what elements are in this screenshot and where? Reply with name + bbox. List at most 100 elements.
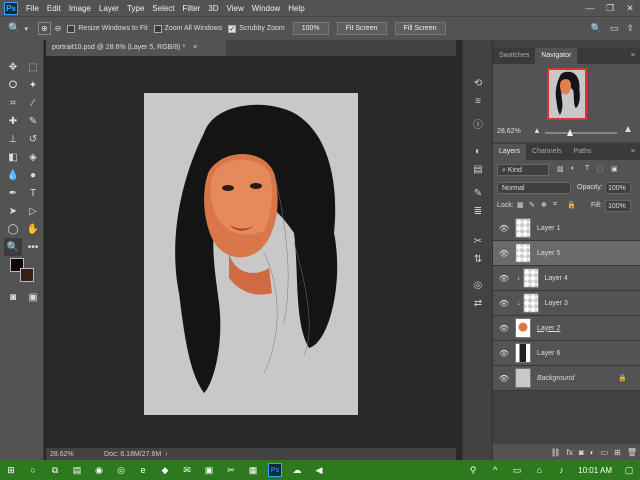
history-icon[interactable]: ⟲	[471, 78, 485, 92]
menu-window[interactable]: Window	[252, 4, 280, 13]
layer-name[interactable]: Layer 5	[537, 250, 560, 257]
lock-image-icon[interactable]: ✎	[529, 201, 535, 209]
trash-icon[interactable]: 🗑	[627, 448, 637, 457]
zoom-in-icon[interactable]: ⊕	[37, 22, 51, 35]
panel-menu-icon[interactable]: ≡	[625, 48, 640, 64]
chevron-up-icon[interactable]: ^	[488, 463, 502, 477]
zoom-out-icon[interactable]: ⊖	[55, 24, 62, 33]
search-icon[interactable]: ○	[26, 463, 40, 477]
file-explorer-icon[interactable]: ▤	[70, 463, 84, 477]
resize-windows-checkbox[interactable]	[67, 24, 76, 33]
hand-tool-icon[interactable]: ✋	[24, 220, 42, 238]
navigator-zoom-slider[interactable]	[545, 132, 617, 134]
blend-mode-select[interactable]: Normal	[497, 182, 571, 194]
fx-icon[interactable]: fx	[567, 448, 573, 457]
brush-settings-icon[interactable]: ✎	[471, 188, 485, 202]
filter-pixel-icon[interactable]: ▨	[557, 165, 564, 173]
layer-name[interactable]: Layer 1	[537, 225, 560, 232]
layer-row[interactable]: 👁 ↓ Layer 3	[493, 291, 640, 316]
brushes-icon[interactable]: ≣	[471, 206, 485, 220]
visibility-eye-icon[interactable]: 👁	[497, 349, 511, 358]
app-icon[interactable]: ▦	[246, 463, 260, 477]
maximize-icon[interactable]: ❐	[600, 3, 620, 14]
blur-tool-icon[interactable]: 💧	[4, 166, 22, 184]
tab-paths[interactable]: Paths	[568, 144, 598, 160]
filter-adjustment-icon[interactable]: ◐	[571, 165, 575, 172]
notifications-icon[interactable]: ▢	[622, 463, 636, 477]
lock-artboard-icon[interactable]: ⌗	[553, 201, 557, 209]
menu-file[interactable]: File	[26, 4, 39, 13]
zoom-100-button[interactable]: 100%	[292, 22, 329, 35]
chrome-icon[interactable]: ◎	[114, 463, 128, 477]
battery-icon[interactable]: ▭	[510, 463, 524, 477]
document-tab[interactable]: portrait10.psd @ 28.6% (Layer 5, RGB/8) …	[46, 40, 226, 56]
magic-wand-icon[interactable]: ✦	[24, 76, 42, 94]
navigator-preview[interactable]	[547, 68, 587, 120]
shape-tool-icon[interactable]: ◯	[4, 220, 22, 238]
styles-icon[interactable]: ▤	[471, 164, 485, 178]
background-color-swatch[interactable]	[20, 268, 34, 282]
visibility-eye-icon[interactable]: 👁	[497, 299, 511, 308]
layer-name[interactable]: Background	[537, 375, 574, 382]
lock-transparency-icon[interactable]: ▦	[517, 201, 524, 209]
fit-screen-button[interactable]: Fit Screen	[336, 22, 387, 35]
zoom-tool-icon[interactable]: 🔍	[8, 23, 20, 34]
layer-row[interactable]: 👁 Layer 6	[493, 341, 640, 366]
volume-icon[interactable]: ♪	[554, 463, 568, 477]
app-icon[interactable]: ☁	[290, 463, 304, 477]
dodge-tool-icon[interactable]: ●	[24, 166, 42, 184]
more-tools-icon[interactable]: •••	[24, 238, 42, 256]
app-icon[interactable]: ▣	[202, 463, 216, 477]
menu-image[interactable]: Image	[69, 4, 91, 13]
filter-kind-select[interactable]: ⌕ Kind	[497, 164, 549, 176]
menu-3d[interactable]: 3D	[208, 4, 218, 13]
adjustments-icon[interactable]: ◐	[471, 146, 485, 160]
lock-all-icon[interactable]: 🔒	[567, 201, 576, 209]
search-icon[interactable]: 🔍	[591, 23, 602, 34]
channels-icon[interactable]: ⇄	[471, 298, 485, 312]
properties-icon[interactable]: ≡	[471, 96, 485, 110]
layer-name[interactable]: Layer 6	[537, 350, 560, 357]
lock-position-icon[interactable]: ✥	[541, 201, 547, 209]
fill-screen-button[interactable]: Fill Screen	[394, 22, 446, 35]
opacity-input[interactable]: 100%	[605, 182, 631, 194]
visibility-eye-icon[interactable]: 👁	[497, 274, 511, 283]
chevron-down-icon[interactable]: ▾	[24, 25, 28, 33]
vscode-icon[interactable]: ◀	[312, 463, 326, 477]
menu-view[interactable]: View	[227, 4, 244, 13]
tab-navigator[interactable]: Navigator	[535, 48, 578, 64]
move-tool-icon[interactable]: ✥	[4, 58, 22, 76]
tab-channels[interactable]: Channels	[526, 144, 568, 160]
people-icon[interactable]: ⚲	[466, 463, 480, 477]
task-view-icon[interactable]: ⧉	[48, 463, 62, 477]
layer-row[interactable]: 👁 Background 🔒	[493, 366, 640, 391]
pen-tool-icon[interactable]: ✒	[4, 184, 22, 202]
photoshop-taskbar-icon[interactable]: Ps	[268, 463, 282, 477]
lasso-tool-icon[interactable]: ⵔ	[4, 76, 22, 94]
menu-filter[interactable]: Filter	[183, 4, 201, 13]
app-icon[interactable]: ✉	[180, 463, 194, 477]
menu-type[interactable]: Type	[127, 4, 144, 13]
clock[interactable]: 10:01 AM	[578, 466, 612, 475]
visibility-eye-icon[interactable]: 👁	[497, 324, 511, 333]
document-canvas[interactable]	[144, 93, 358, 415]
edge-icon[interactable]: e	[136, 463, 150, 477]
direct-select-icon[interactable]: ▷	[24, 202, 42, 220]
filter-shape-icon[interactable]: ⬚	[597, 165, 604, 173]
firefox-icon[interactable]: ◉	[92, 463, 106, 477]
close-icon[interactable]: ×	[193, 44, 197, 51]
eraser-tool-icon[interactable]: ◧	[4, 148, 22, 166]
tab-swatches[interactable]: Swatches	[493, 48, 535, 64]
navigator-zoom[interactable]: 28.62%	[497, 128, 521, 135]
screen-mode-icon[interactable]: ▣	[24, 288, 42, 306]
marquee-tool-icon[interactable]: ⬚	[24, 58, 42, 76]
link-layers-icon[interactable]: ⛓	[551, 448, 561, 457]
menu-select[interactable]: Select	[152, 4, 174, 13]
tab-layers[interactable]: Layers	[493, 144, 527, 160]
panel-menu-icon[interactable]: ≡	[625, 144, 640, 160]
windows-start-icon[interactable]: ⊞	[4, 463, 18, 477]
layer-row[interactable]: 👁 Layer 2	[493, 316, 640, 341]
new-layer-icon[interactable]: ⊞	[614, 448, 621, 457]
menu-help[interactable]: Help	[288, 4, 304, 13]
app-icon[interactable]: ✂	[224, 463, 238, 477]
